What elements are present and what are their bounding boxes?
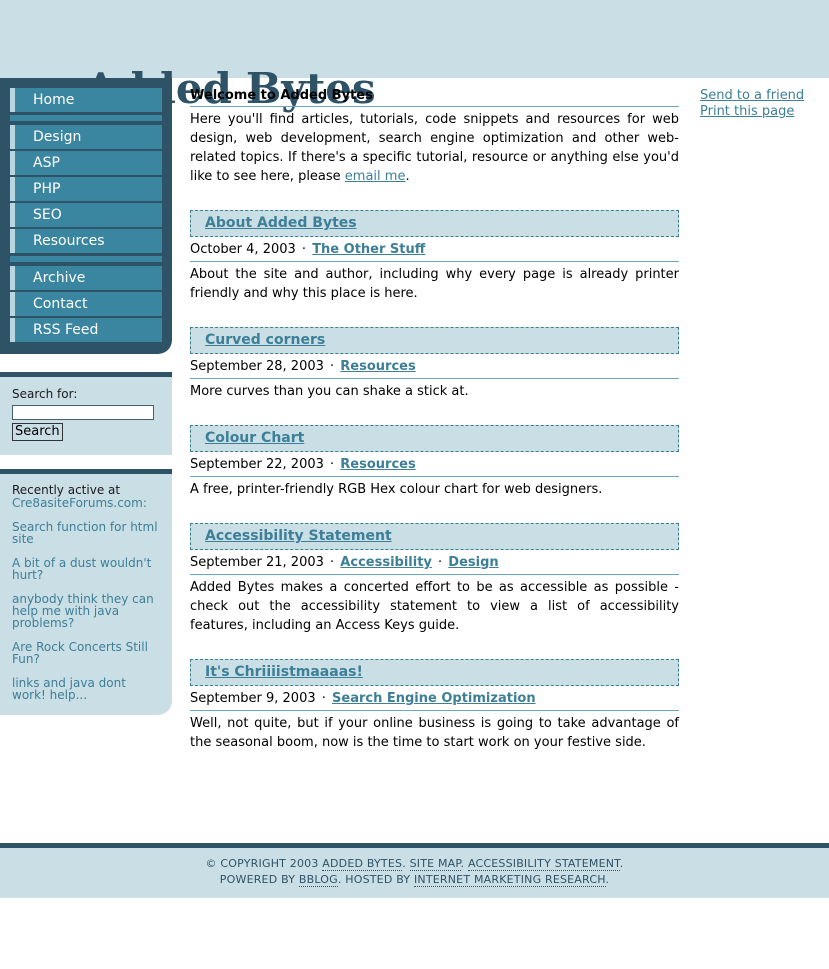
article-title-link[interactable]: It's Chriiiistmaaaas! (205, 664, 363, 680)
footer-separator: . (619, 857, 624, 870)
article-title-link[interactable]: Curved corners (205, 332, 325, 348)
article-entry: It's Chriiiistmaaaas! September 9, 2003 … (190, 659, 679, 752)
search-panel: Search for: Search (0, 372, 172, 455)
article-meta: September 9, 2003 · Search Engine Optimi… (190, 686, 679, 711)
article-meta: September 22, 2003 · Resources (190, 452, 679, 477)
sidebar-item-contact[interactable]: Contact (10, 292, 162, 316)
send-to-friend-link[interactable]: Send to a friend (700, 88, 820, 104)
sidebar-item-home[interactable]: Home (10, 88, 162, 112)
footer-link-internet-marketing-research[interactable]: INTERNET MARKETING RESEARCH (413, 873, 606, 887)
article-entry: About Added Bytes October 4, 2003 · The … (190, 210, 679, 303)
article-meta: September 28, 2003 · Resources (190, 354, 679, 379)
article-category-link[interactable]: Resources (340, 359, 415, 374)
article-title-box[interactable]: It's Chriiiistmaaaas! (190, 659, 679, 686)
recent-thread-link[interactable]: Search function for html site (12, 521, 160, 545)
search-button[interactable]: Search (12, 423, 63, 441)
sidebar-item-design[interactable]: Design (10, 125, 162, 149)
article-summary: Well, not quite, but if your online busi… (190, 716, 679, 750)
email-me-link[interactable]: email me (345, 169, 406, 184)
footer-line-powered-by: POWERED BY BBLOG. HOSTED BY INTERNET MAR… (0, 872, 829, 888)
article-date: September 21, 2003 (190, 555, 324, 570)
nav-separator-2 (10, 256, 162, 262)
article-category-link[interactable]: The Other Stuff (312, 242, 425, 257)
sidebar-item-archive[interactable]: Archive (10, 266, 162, 290)
primary-navigation: Home Design ASP PHP SEO Resources Archiv… (0, 78, 172, 354)
recently-active-panel: Recently active at Cre8asiteForums.com: … (0, 469, 172, 715)
recent-thread-link[interactable]: anybody think they can help me with java… (12, 593, 160, 629)
article-summary: A free, printer-friendly RGB Hex colour … (190, 482, 603, 497)
footer-separator: . (460, 857, 468, 870)
sidebar-item-php[interactable]: PHP (10, 177, 162, 201)
search-label: Search for: (12, 387, 78, 401)
footer-link-bblog[interactable]: BBLOG (298, 873, 338, 887)
article-title-box[interactable]: About Added Bytes (190, 210, 679, 237)
article-entry: Curved corners September 28, 2003 · Reso… (190, 327, 679, 401)
footer-separator: . (605, 873, 610, 886)
recently-active-forum-link[interactable]: Cre8asiteForums.com: (12, 497, 160, 509)
sidebar-item-asp[interactable]: ASP (10, 151, 162, 175)
article-date: October 4, 2003 (190, 242, 296, 257)
left-sidebar: Home Design ASP PHP SEO Resources Archiv… (0, 78, 172, 715)
page-body: Home Design ASP PHP SEO Resources Archiv… (0, 78, 829, 840)
article-meta: September 21, 2003 · Accessibility · Des… (190, 550, 679, 575)
article-title-box[interactable]: Colour Chart (190, 425, 679, 452)
article-entry: Colour Chart September 22, 2003 · Resour… (190, 425, 679, 499)
print-this-page-link[interactable]: Print this page (700, 104, 820, 120)
meta-separator: · (297, 242, 311, 257)
meta-separator: · (325, 555, 339, 570)
article-entry: Accessibility Statement September 21, 20… (190, 523, 679, 635)
sidebar-item-rss-feed[interactable]: RSS Feed (10, 318, 162, 342)
site-footer: © COPYRIGHT 2003 ADDED BYTES. SITE MAP . … (0, 843, 829, 898)
welcome-text-after: . (405, 169, 410, 184)
article-title-link[interactable]: About Added Bytes (205, 215, 357, 231)
sidebar-item-resources[interactable]: Resources (10, 229, 162, 253)
site-header: AddedBytes (0, 0, 829, 113)
article-summary: Added Bytes makes a concerted effort to … (190, 580, 679, 633)
article-category-link[interactable]: Accessibility (340, 555, 432, 570)
meta-separator: · (317, 691, 331, 706)
recent-thread-link[interactable]: links and java dont work! help... (12, 677, 160, 701)
footer-link-added-bytes[interactable]: ADDED BYTES (322, 857, 403, 871)
article-summary: More curves than you can shake a stick a… (190, 384, 469, 399)
footer-line-copyright: © COPYRIGHT 2003 ADDED BYTES. SITE MAP. … (0, 856, 829, 872)
main-content: Welcome to Added Bytes Here you'll find … (190, 88, 679, 752)
article-category-link[interactable]: Design (448, 555, 498, 570)
footer-separator: . (402, 857, 410, 870)
article-category-link[interactable]: Resources (340, 457, 415, 472)
footer-link-site-map[interactable]: SITE MAP (409, 857, 461, 871)
article-date: September 28, 2003 (190, 359, 324, 374)
recently-active-heading: Recently active at (12, 483, 121, 497)
footer-copyright-text: © COPYRIGHT 2003 (205, 857, 323, 870)
recent-thread-link[interactable]: A bit of a dust wouldn't hurt? (12, 557, 160, 581)
article-title-link[interactable]: Colour Chart (205, 430, 304, 446)
article-date: September 9, 2003 (190, 691, 316, 706)
article-title-box[interactable]: Accessibility Statement (190, 523, 679, 550)
meta-separator: · (433, 555, 447, 570)
footer-link-accessibility-statement[interactable]: ACCESSIBILITY STATEMENT (467, 857, 620, 871)
meta-separator: · (325, 359, 339, 374)
sidebar-item-seo[interactable]: SEO (10, 203, 162, 227)
article-date: September 22, 2003 (190, 457, 324, 472)
nav-separator-1 (10, 115, 162, 121)
article-category-link[interactable]: Search Engine Optimization (332, 691, 536, 706)
page-title: Welcome to Added Bytes (190, 88, 679, 107)
page-tools-sidebar: Send to a friend Print this page (700, 88, 820, 120)
recent-thread-link[interactable]: Are Rock Concerts Still Fun? (12, 641, 160, 665)
footer-powered-text: POWERED BY (219, 873, 299, 886)
search-input[interactable] (12, 405, 154, 420)
welcome-paragraph: Here you'll find articles, tutorials, co… (190, 110, 679, 186)
meta-separator: · (325, 457, 339, 472)
article-meta: October 4, 2003 · The Other Stuff (190, 237, 679, 262)
welcome-text-before: Here you'll find articles, tutorials, co… (190, 112, 679, 184)
article-title-box[interactable]: Curved corners (190, 327, 679, 354)
footer-separator: . HOSTED BY (337, 873, 414, 886)
article-summary: About the site and author, including why… (190, 267, 679, 301)
article-title-link[interactable]: Accessibility Statement (205, 528, 392, 544)
